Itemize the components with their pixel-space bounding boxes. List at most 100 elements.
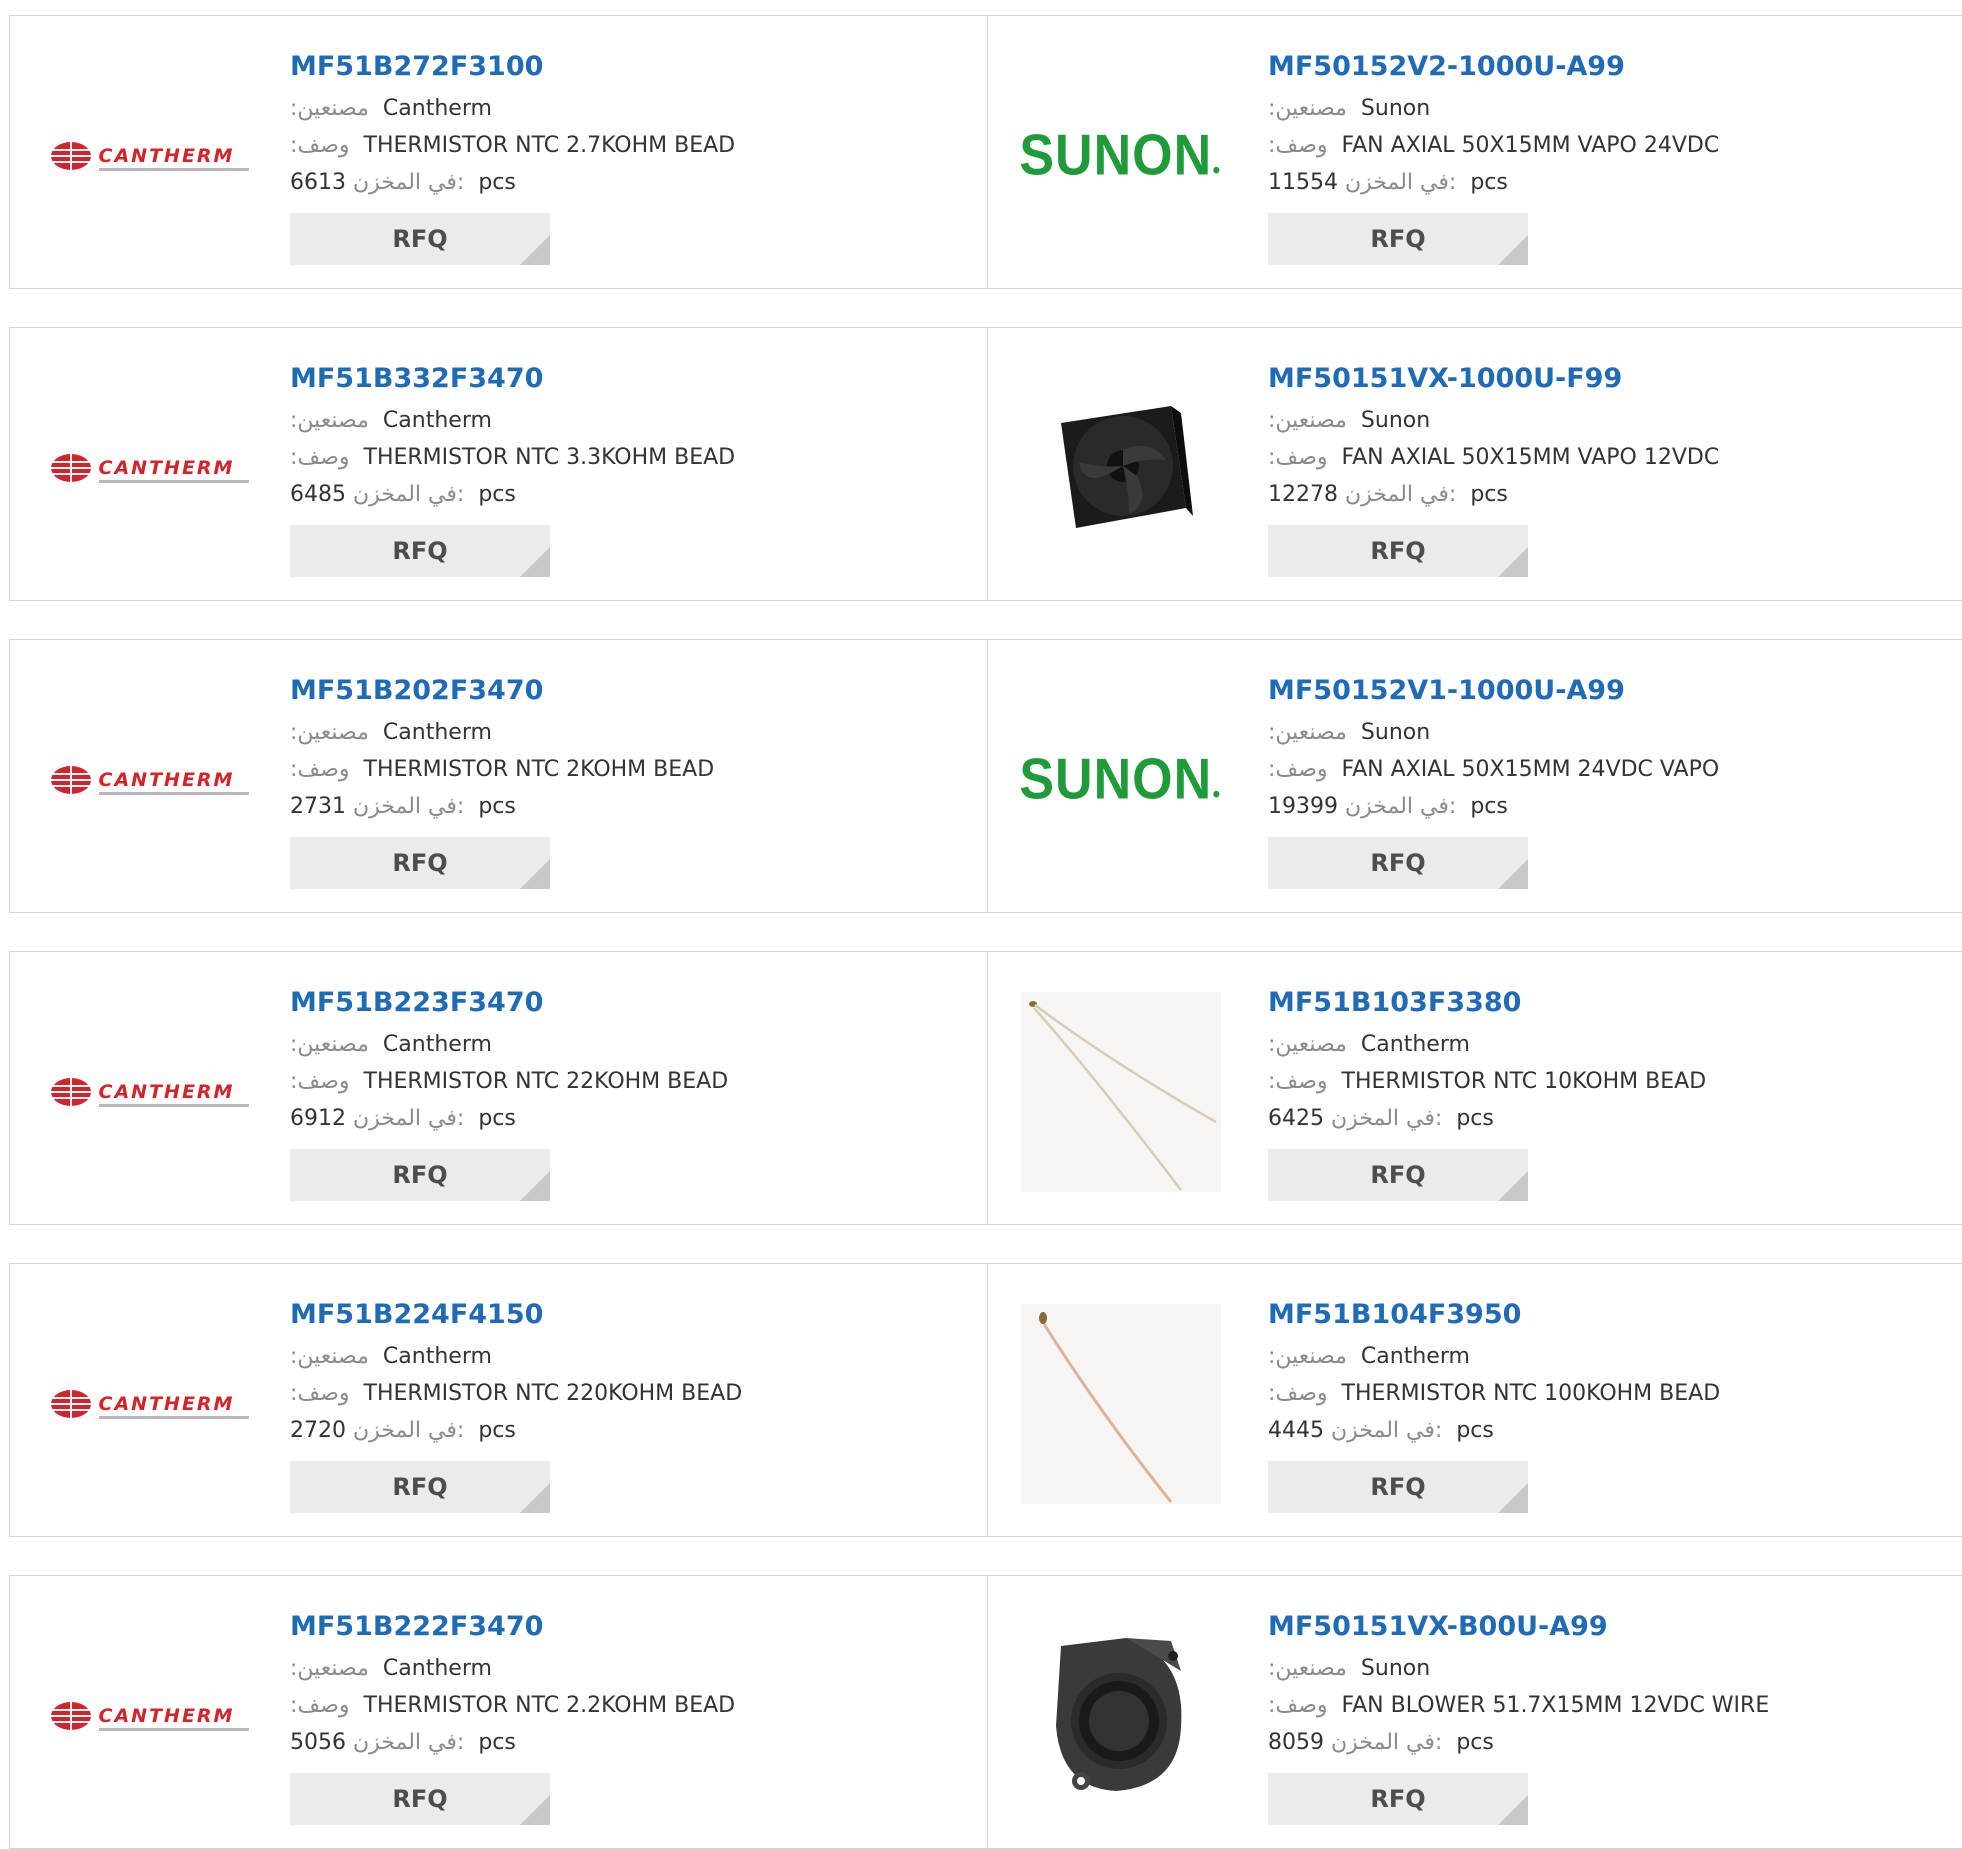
description-value: THERMISTOR NTC 220KOHM BEAD [363,1381,743,1406]
description-label: :وصف [290,1693,350,1718]
product-info: MF51B104F3950 :مصنعين Cantherm :وصف THER… [1268,1292,1720,1513]
cantherm-logo: CANTHERM [50,766,249,795]
rfq-button[interactable]: RFQ [1268,213,1528,265]
description-value: THERMISTOR NTC 2KOHM BEAD [363,757,715,782]
product-image[interactable]: CANTHERM [40,56,249,256]
product-image[interactable]: CANTHERM [40,992,249,1192]
description-label: :وصف [290,133,350,158]
rfq-button[interactable]: RFQ [290,1773,550,1825]
manufacturer-line: :مصنعين Sunon [1268,90,1719,127]
rfq-button[interactable]: RFQ [1268,1149,1528,1201]
product-image[interactable] [1018,1304,1223,1504]
rfq-label: RFQ [392,537,448,565]
rfq-button[interactable]: RFQ [1268,837,1528,889]
part-number-link[interactable]: MF50151VX-1000U-F99 [1268,356,1719,402]
stock-label: في المخزن: [353,1730,465,1755]
part-number-link[interactable]: MF50152V1-1000U-A99 [1268,668,1719,714]
stock-unit: pcs [1470,170,1508,195]
rfq-button[interactable]: RFQ [290,1461,550,1513]
part-number-link[interactable]: MF51B202F3470 [290,668,714,714]
rfq-button[interactable]: RFQ [290,1149,550,1201]
rfq-button[interactable]: RFQ [290,837,550,889]
manufacturer-label: :مصنعين [290,1032,369,1057]
rfq-button[interactable]: RFQ [1268,525,1528,577]
product-image[interactable]: CANTHERM [40,680,249,880]
stock-value: 12278 [1268,482,1338,507]
manufacturer-line: :مصنعين Cantherm [290,1338,742,1375]
rfq-label: RFQ [1370,225,1426,253]
rfq-corner-decoration [1498,1171,1528,1201]
manufacturer-value: Sunon [1360,408,1431,433]
stock-unit: pcs [1456,1730,1494,1755]
product-image[interactable] [1018,992,1223,1192]
part-number-link[interactable]: MF51B104F3950 [1268,1292,1720,1338]
description-label: :وصف [1268,133,1328,158]
manufacturer-label: :مصنعين [1268,1656,1347,1681]
product-image[interactable] [1018,1616,1223,1816]
stock-unit: pcs [1470,482,1508,507]
product-image[interactable]: CANTHERM [40,1616,249,1816]
product-card: CANTHERM MF51B222F3470 :مصنعين Cantherm … [10,1576,987,1848]
part-number-link[interactable]: MF51B103F3380 [1268,980,1706,1026]
description-line: :وصف THERMISTOR NTC 2KOHM BEAD [290,751,714,788]
stock-line: 2731 في المخزن: pcs [290,788,714,825]
stock-value: 6425 [1268,1106,1324,1131]
product-image[interactable]: SUNON● [1018,680,1223,880]
manufacturer-line: :مصنعين Cantherm [290,402,735,439]
part-number-link[interactable]: MF51B272F3100 [290,44,735,90]
cantherm-logo: CANTHERM [50,142,249,171]
product-info: MF51B223F3470 :مصنعين Cantherm :وصف THER… [290,980,728,1201]
thermistor-icon [1020,1304,1221,1504]
description-label: :وصف [290,445,350,470]
manufacturer-label: :مصنعين [290,1344,369,1369]
description-value: THERMISTOR NTC 2.7KOHM BEAD [363,133,736,158]
stock-unit: pcs [478,1106,516,1131]
product-card: CANTHERM MF51B224F4150 :مصنعين Cantherm … [10,1264,987,1536]
rfq-corner-decoration [520,1171,550,1201]
globe-icon [50,142,91,170]
manufacturer-value: Sunon [1360,1656,1431,1681]
description-label: :وصف [290,757,350,782]
part-number-link[interactable]: MF51B224F4150 [290,1292,742,1338]
rfq-button[interactable]: RFQ [290,525,550,577]
product-image[interactable]: SUNON● [1018,56,1223,256]
product-image[interactable]: CANTHERM [40,368,249,568]
stock-unit: pcs [478,1418,516,1443]
stock-line: 2720 في المخزن: pcs [290,1412,742,1449]
manufacturer-label: :مصنعين [290,408,369,433]
globe-icon [50,1390,91,1418]
manufacturer-line: :مصنعين Cantherm [290,714,714,751]
part-number-link[interactable]: MF51B223F3470 [290,980,728,1026]
description-label: :وصف [1268,1069,1328,1094]
product-card: SUNON● MF50152V1-1000U-A99 :مصنعين Sunon… [988,640,1962,912]
stock-unit: pcs [1456,1106,1494,1131]
rfq-corner-decoration [1498,1483,1528,1513]
rfq-button[interactable]: RFQ [1268,1461,1528,1513]
manufacturer-label: :مصنعين [290,96,369,121]
rfq-label: RFQ [1370,1473,1426,1501]
stock-line: 12278 في المخزن: pcs [1268,476,1719,513]
part-number-link[interactable]: MF51B332F3470 [290,356,735,402]
description-label: :وصف [290,1381,350,1406]
description-label: :وصف [1268,1381,1328,1406]
product-card: MF50151VX-1000U-F99 :مصنعين Sunon :وصف F… [988,328,1962,600]
description-value: FAN AXIAL 50X15MM 24VDC VAPO [1341,757,1720,782]
rfq-button[interactable]: RFQ [290,213,550,265]
product-image[interactable]: CANTHERM [40,1304,249,1504]
manufacturer-line: :مصنعين Sunon [1268,714,1719,751]
product-row: CANTHERM MF51B223F3470 :مصنعين Cantherm … [9,951,1962,1225]
manufacturer-value: Cantherm [382,1032,492,1057]
manufacturer-value: Cantherm [1360,1344,1470,1369]
part-number-link[interactable]: MF51B222F3470 [290,1604,735,1650]
manufacturer-line: :مصنعين Cantherm [290,1026,728,1063]
product-info: MF50151VX-1000U-F99 :مصنعين Sunon :وصف F… [1268,356,1719,577]
stock-label: في المخزن: [1345,794,1457,819]
manufacturer-value: Sunon [1360,720,1431,745]
cantherm-logo: CANTHERM [50,1702,249,1731]
part-number-link[interactable]: MF50152V2-1000U-A99 [1268,44,1719,90]
product-info: MF51B272F3100 :مصنعين Cantherm :وصف THER… [290,44,735,265]
product-image[interactable] [1018,368,1223,568]
rfq-label: RFQ [392,225,448,253]
rfq-button[interactable]: RFQ [1268,1773,1528,1825]
part-number-link[interactable]: MF50151VX-B00U-A99 [1268,1604,1769,1650]
